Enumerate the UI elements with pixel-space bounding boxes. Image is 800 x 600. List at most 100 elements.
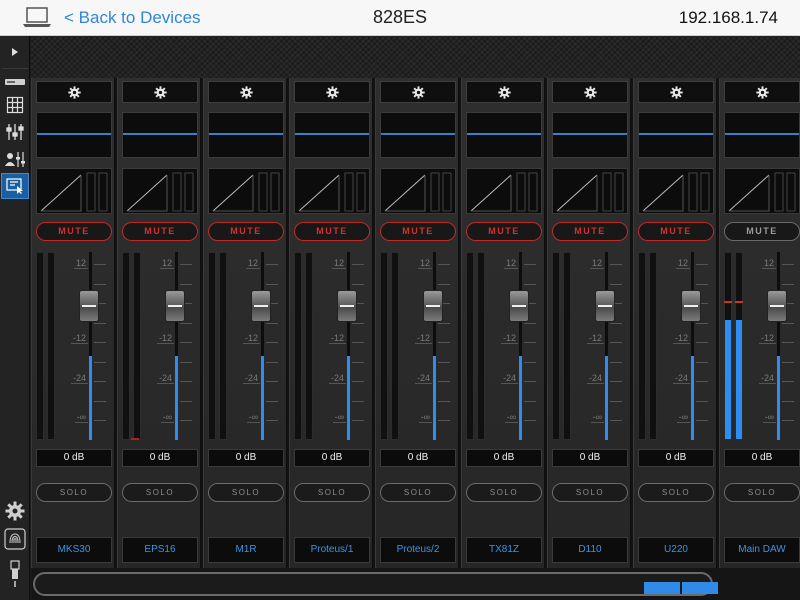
dynamics-display[interactable]: [294, 168, 370, 214]
channel-settings-button[interactable]: [638, 81, 714, 103]
dynamics-display[interactable]: [208, 168, 284, 214]
dynamics-curve: [126, 172, 194, 212]
gain-readout[interactable]: 0 dB: [724, 449, 800, 467]
routing-grid-button[interactable]: [1, 92, 29, 118]
gain-readout[interactable]: 0 dB: [294, 449, 370, 467]
channel-settings-button[interactable]: [466, 81, 542, 103]
eq-display[interactable]: [638, 112, 714, 158]
fader-ticks: [94, 252, 108, 440]
laptop-icon[interactable]: [22, 6, 52, 28]
eq-display[interactable]: [36, 112, 112, 158]
volume-fader[interactable]: [509, 290, 529, 322]
dynamics-display[interactable]: [552, 168, 628, 214]
mixer-button[interactable]: [1, 119, 29, 145]
eq-display[interactable]: [552, 112, 628, 158]
volume-fader[interactable]: [423, 290, 443, 322]
volume-fader[interactable]: [79, 290, 99, 322]
touch-panel-button[interactable]: [1, 173, 29, 199]
volume-fader[interactable]: [681, 290, 701, 322]
fader-ticks: [352, 252, 366, 440]
scale-label: -12: [672, 333, 691, 344]
expand-sidebar-button[interactable]: [1, 39, 29, 65]
mini-meter-1: [644, 582, 680, 594]
mute-button[interactable]: MUTE: [724, 222, 800, 241]
channel-name-field[interactable]: D110: [552, 537, 628, 563]
device-icon: [5, 79, 25, 85]
channel-name-field[interactable]: EPS16: [122, 537, 198, 563]
scale-label: -∞: [160, 412, 175, 423]
mute-button[interactable]: MUTE: [294, 222, 370, 241]
volume-fader[interactable]: [767, 290, 787, 322]
gain-readout[interactable]: 0 dB: [552, 449, 628, 467]
channel-name-field[interactable]: M1R: [208, 537, 284, 563]
channel-name-field[interactable]: Proteus/2: [380, 537, 456, 563]
usb-button[interactable]: [1, 554, 29, 594]
channel-name-field[interactable]: Proteus/1: [294, 537, 370, 563]
dynamics-display[interactable]: [122, 168, 198, 214]
channel-settings-button[interactable]: [552, 81, 628, 103]
channel-name-field[interactable]: TX81Z: [466, 537, 542, 563]
settings-button[interactable]: [1, 498, 29, 524]
eq-display[interactable]: [380, 112, 456, 158]
gear-icon: [325, 85, 339, 99]
solo-button[interactable]: SOLO: [466, 483, 542, 502]
solo-button[interactable]: SOLO: [552, 483, 628, 502]
fader-track: [691, 252, 694, 440]
channel-settings-button[interactable]: [208, 81, 284, 103]
eq-display[interactable]: [208, 112, 284, 158]
solo-button[interactable]: SOLO: [380, 483, 456, 502]
volume-fader[interactable]: [251, 290, 271, 322]
channel-settings-button[interactable]: [122, 81, 198, 103]
fader-track: [261, 252, 264, 440]
gain-readout[interactable]: 0 dB: [122, 449, 198, 467]
channel-settings-button[interactable]: [294, 81, 370, 103]
eq-display[interactable]: [294, 112, 370, 158]
mute-button[interactable]: MUTE: [638, 222, 714, 241]
monitor-mix-button[interactable]: [1, 146, 29, 172]
volume-fader[interactable]: [595, 290, 615, 322]
channel-settings-button[interactable]: [36, 81, 112, 103]
fingerprint-button[interactable]: [1, 526, 29, 552]
gain-readout[interactable]: 0 dB: [466, 449, 542, 467]
gear-icon: [497, 85, 511, 99]
user-sliders-icon: [5, 152, 25, 167]
solo-button[interactable]: SOLO: [294, 483, 370, 502]
level-meter-right: [391, 252, 399, 440]
channel-settings-button[interactable]: [724, 81, 800, 103]
dynamics-display[interactable]: [36, 168, 112, 214]
gain-readout[interactable]: 0 dB: [380, 449, 456, 467]
mute-button[interactable]: MUTE: [36, 222, 112, 241]
channel-name-field[interactable]: Main DAW: [724, 537, 800, 563]
channel-settings-button[interactable]: [380, 81, 456, 103]
channel-scroll-bar[interactable]: [33, 572, 713, 596]
dynamics-display[interactable]: [466, 168, 542, 214]
channel-name-field[interactable]: U220: [638, 537, 714, 563]
mute-button[interactable]: MUTE: [208, 222, 284, 241]
back-to-devices-link[interactable]: < Back to Devices: [64, 8, 201, 28]
scale-label: 12: [417, 258, 433, 269]
solo-button[interactable]: SOLO: [122, 483, 198, 502]
gain-readout[interactable]: 0 dB: [638, 449, 714, 467]
channel-name-field[interactable]: MKS30: [36, 537, 112, 563]
gear-icon: [583, 85, 597, 99]
scale-label: -24: [242, 373, 261, 384]
gain-readout[interactable]: 0 dB: [208, 449, 284, 467]
mute-button[interactable]: MUTE: [552, 222, 628, 241]
eq-display[interactable]: [122, 112, 198, 158]
volume-fader[interactable]: [337, 290, 357, 322]
dynamics-display[interactable]: [638, 168, 714, 214]
fader-scale: 120-12-24-∞: [322, 252, 347, 440]
dynamics-display[interactable]: [380, 168, 456, 214]
solo-button[interactable]: SOLO: [208, 483, 284, 502]
solo-button[interactable]: SOLO: [638, 483, 714, 502]
mute-button[interactable]: MUTE: [466, 222, 542, 241]
mute-button[interactable]: MUTE: [122, 222, 198, 241]
eq-display[interactable]: [724, 112, 800, 158]
solo-button[interactable]: SOLO: [724, 483, 800, 502]
volume-fader[interactable]: [165, 290, 185, 322]
mute-button[interactable]: MUTE: [380, 222, 456, 241]
gain-readout[interactable]: 0 dB: [36, 449, 112, 467]
solo-button[interactable]: SOLO: [36, 483, 112, 502]
eq-display[interactable]: [466, 112, 542, 158]
dynamics-display[interactable]: [724, 168, 800, 214]
